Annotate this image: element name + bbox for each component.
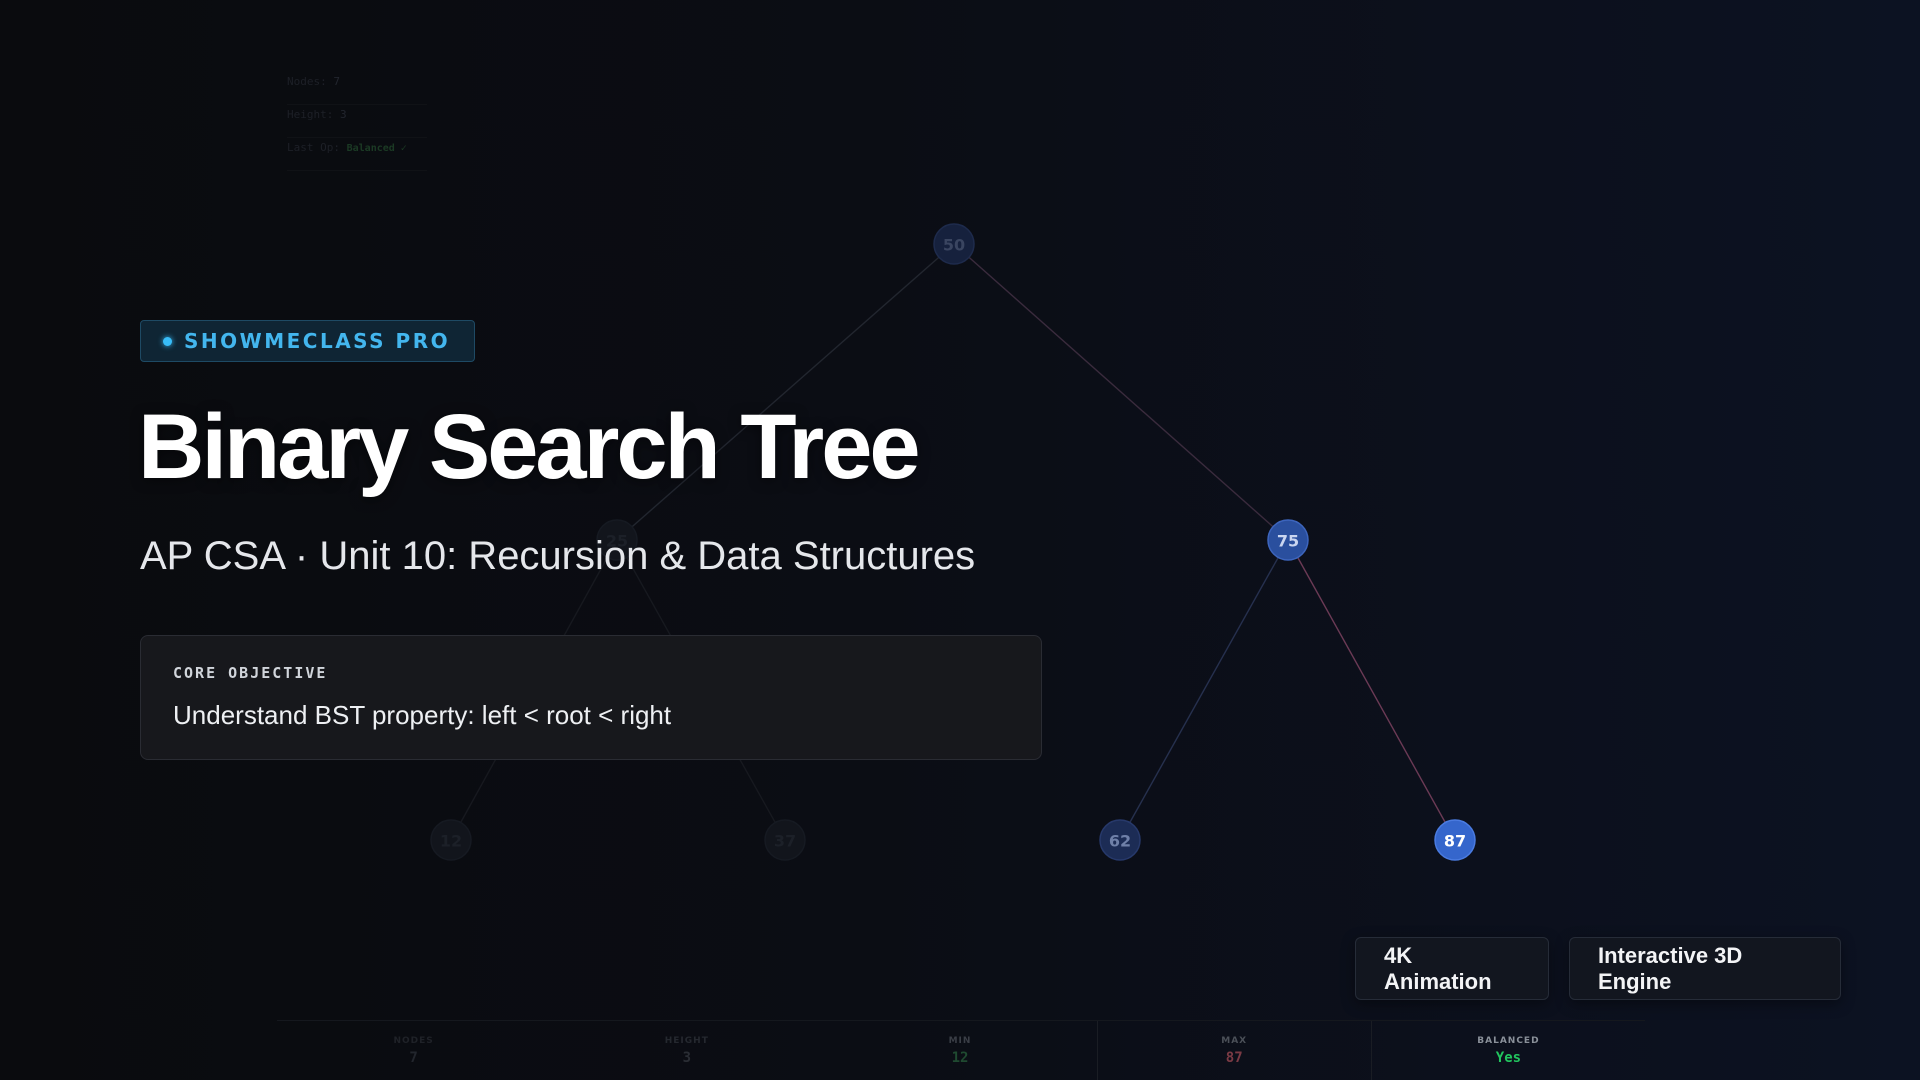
stat-label: MIN: [948, 1035, 972, 1046]
tree-node-label: 75: [1277, 532, 1299, 551]
tree-node-62[interactable]: 62: [1099, 819, 1141, 861]
brand-label: SHOWMECLASS PRO: [184, 329, 451, 353]
hero-slide: 50 25 75 12 37 62 87 Nodes: 7 Height: 3 Last O…: [0, 0, 1920, 1080]
stat-nodes: NODES 7: [277, 1021, 550, 1080]
tree-node-label: 50: [943, 236, 965, 255]
tree-node-12[interactable]: 12: [430, 819, 472, 861]
tree-edge: [1119, 539, 1289, 841]
mini-stat-value: Balanced ✓: [346, 143, 407, 154]
stat-label: BALANCED: [1477, 1035, 1540, 1046]
stat-value: 7: [409, 1049, 418, 1066]
feature-badge-3d-engine[interactable]: Interactive 3D Engine: [1569, 937, 1841, 1000]
mini-stat-label: Nodes:: [287, 75, 327, 88]
mini-stat-height: Height: 3: [287, 105, 427, 138]
mini-stat-label: Height:: [287, 108, 334, 121]
stat-height: HEIGHT 3: [550, 1021, 823, 1080]
mini-stat-value: 3: [339, 108, 347, 121]
tree-edge: [1287, 539, 1456, 841]
feature-badge-4k-animation[interactable]: 4K Animation: [1355, 937, 1549, 1000]
stats-bar: NODES 7 HEIGHT 3 MIN 12 MAX 87 BALANCED …: [277, 1020, 1645, 1080]
tree-node-label: 37: [774, 832, 796, 851]
tree-node-75[interactable]: 75: [1267, 519, 1309, 561]
tree-edge: [953, 243, 1289, 541]
page-subtitle: AP CSA · Unit 10: Recursion & Data Struc…: [140, 534, 976, 578]
tree-node-label: 62: [1109, 832, 1131, 851]
mini-stat-label: Last Op:: [287, 141, 340, 154]
mini-stat-last-op: Last Op: Balanced ✓: [287, 138, 427, 171]
page-title: Binary Search Tree: [138, 396, 921, 498]
mini-stat-nodes: Nodes: 7: [287, 72, 427, 105]
tree-node-label: 87: [1444, 832, 1466, 851]
objective-label: CORE OBJECTIVE: [173, 664, 328, 682]
objective-card: CORE OBJECTIVE Understand BST property: …: [140, 635, 1042, 760]
tree-node-87[interactable]: 87: [1434, 819, 1476, 861]
status-dot-icon: [163, 336, 172, 346]
stat-max: MAX 87: [1096, 1021, 1371, 1080]
mini-stat-value: 7: [333, 75, 340, 88]
tree-node-37[interactable]: 37: [764, 819, 806, 861]
objective-text: Understand BST property: left < root < r…: [173, 700, 672, 730]
stat-balanced: BALANCED Yes: [1370, 1021, 1645, 1080]
mini-stats-panel: Nodes: 7 Height: 3 Last Op: Balanced ✓: [287, 72, 427, 171]
stat-value: Yes: [1495, 1049, 1522, 1066]
stat-label: NODES: [393, 1035, 434, 1046]
stat-value: 87: [1225, 1049, 1243, 1066]
stat-label: HEIGHT: [664, 1035, 709, 1046]
tree-node-label: 12: [440, 832, 462, 851]
stat-label: MAX: [1221, 1035, 1248, 1046]
stat-min: MIN 12: [823, 1021, 1096, 1080]
tree-node-50[interactable]: 50: [933, 223, 975, 265]
stat-value: 3: [682, 1049, 692, 1066]
stat-value: 12: [951, 1049, 969, 1066]
brand-badge: SHOWMECLASS PRO: [140, 320, 476, 362]
